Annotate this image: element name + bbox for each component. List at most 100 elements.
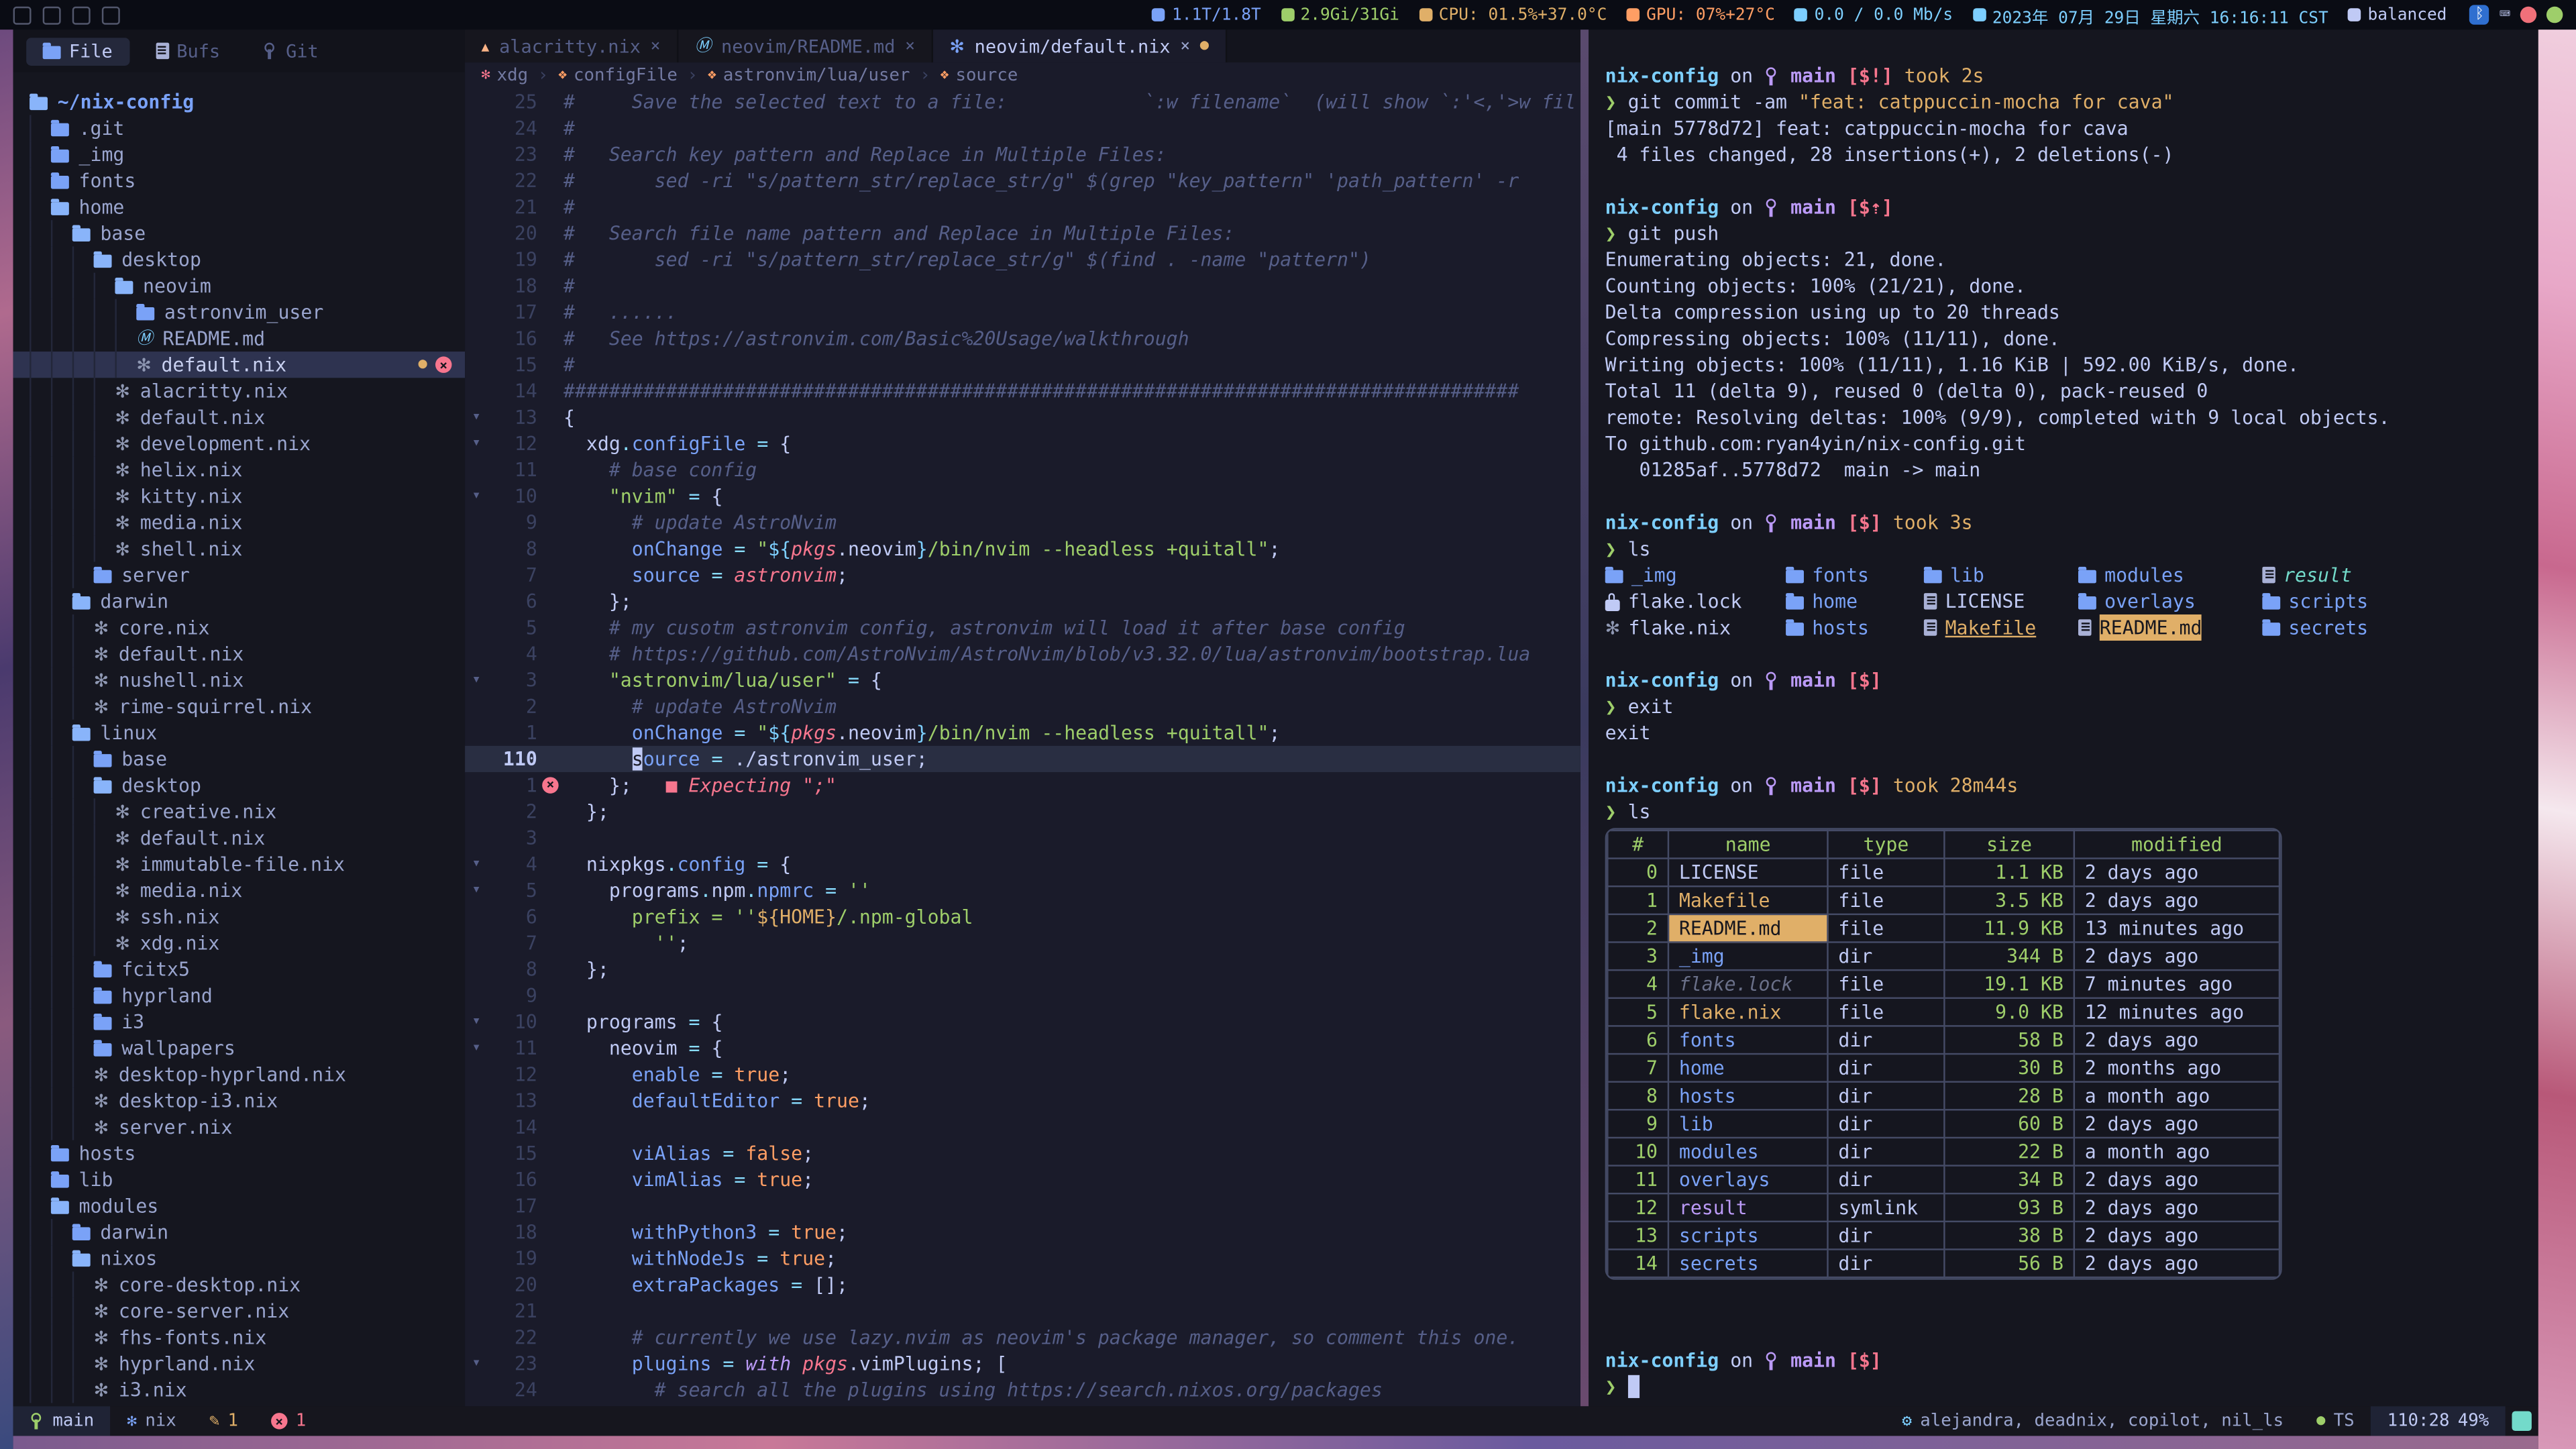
terminal[interactable]: nix-config on main [$!] took 2s❯ git com… [1589,30,2538,1406]
code-line[interactable]: 6 }; [465,588,1580,614]
tree-item-media.nix[interactable]: ✻media.nix [13,877,465,904]
tree-item-hyprland[interactable]: hyprland [13,982,465,1008]
code-line[interactable]: 18 withPython3 = true; [465,1219,1580,1245]
tree-item-desktop-i3.nix[interactable]: ✻desktop-i3.nix [13,1087,465,1114]
ls-entry-hosts[interactable]: hosts [1786,614,1924,641]
stat-memory[interactable]: 2.9Gi/31Gi [1281,6,1399,24]
tree-item-default.nix[interactable]: ✻default.nix [13,641,465,667]
fold-chevron-icon[interactable]: ▾ [465,431,488,457]
editor-tab-alacritty.nix[interactable]: ▲alacritty.nix× [465,30,678,62]
code-line[interactable]: ▾13{ [465,404,1580,430]
ls-entry-modules[interactable]: modules [2078,562,2262,588]
code-line[interactable]: 15# [465,352,1580,378]
code-line[interactable]: 8 }; [465,956,1580,982]
bluetooth-icon[interactable]: ᛒ [2470,5,2489,24]
tree-item-.git[interactable]: .git [13,115,465,141]
tree-item-core-desktop.nix[interactable]: ✻core-desktop.nix [13,1272,465,1298]
tree-item-default.nix[interactable]: ✻default.nix [13,824,465,851]
tree-item-hyprland.nix[interactable]: ✻hyprland.nix [13,1350,465,1377]
code-line[interactable]: 9 [465,982,1580,1008]
code-line[interactable]: 21# [465,194,1580,220]
code-line[interactable]: 21 [465,1298,1580,1324]
code-line[interactable]: 17 [465,1193,1580,1219]
breadcrumb-item-xdg[interactable]: ✻xdg [482,66,529,85]
tree-item-kitty.nix[interactable]: ✻kitty.nix [13,483,465,509]
tree-item-desktop-hyprland.nix[interactable]: ✻desktop-hyprland.nix [13,1061,465,1087]
code-line[interactable]: 7 source = astronvim; [465,562,1580,588]
window-button[interactable] [72,6,91,24]
tree-item-media.nix[interactable]: ✻media.nix [13,509,465,535]
ls-entry-Makefile[interactable]: Makefile [1924,614,2078,641]
statusline-filetype[interactable]: ✻ nix [111,1406,193,1436]
statusline-warnings[interactable]: ✎ 1 [193,1406,254,1436]
tree-item-astronvim_user[interactable]: astronvim_user [13,299,465,325]
stat-clock[interactable]: 2023年 07月 29日 星期六 16:16:11 CST [1972,3,2328,28]
code-line[interactable]: 3 [465,824,1580,851]
code-line[interactable]: 6 prefix = ''${HOME}/.npm-global [465,904,1580,930]
tree-item-~/nix-config[interactable]: ~/nix-config [13,89,465,115]
code-line[interactable]: 22# sed -ri "s/pattern_str/replace_str/g… [465,168,1580,194]
tree-item-core.nix[interactable]: ✻core.nix [13,614,465,641]
code-line[interactable]: 16# See https://astronvim.com/Basic%20Us… [465,325,1580,352]
breadcrumb-item-source[interactable]: ❖source [940,66,1018,85]
code-line[interactable]: 14######################################… [465,378,1580,404]
keyboard-icon[interactable]: ⌨ [2500,7,2510,23]
tree-item-darwin[interactable]: darwin [13,1219,465,1245]
code-line[interactable]: 20 extraPackages = []; [465,1272,1580,1298]
editor-tab-neovim/README.md[interactable]: Ⓜneovim/README.md× [678,30,933,62]
code-line[interactable]: 1 onChange = "${pkgs.neovim}/bin/nvim --… [465,720,1580,746]
code-line[interactable]: 23# Search key pattern and Replace in Mu… [465,142,1580,168]
code-line[interactable]: 12 enable = true; [465,1061,1580,1087]
code-line[interactable]: 24 # search all the plugins using https:… [465,1377,1580,1403]
tree-item-alacritty.nix[interactable]: ✻alacritty.nix [13,378,465,404]
tree-item-creative.nix[interactable]: ✻creative.nix [13,798,465,824]
code-line[interactable]: 17# ...... [465,299,1580,325]
code-line[interactable]: 4 # https://github.com/AstroNvim/AstroNv… [465,641,1580,667]
tree-item-linux[interactable]: linux [13,720,465,746]
ls-entry-result[interactable]: result [2262,562,2420,588]
statusline-errors[interactable]: × 1 [254,1406,322,1436]
tree-item-base[interactable]: base [13,220,465,246]
tree-item-server[interactable]: server [13,562,465,588]
code-line[interactable]: 15 viAlias = false; [465,1140,1580,1167]
stat-disk[interactable]: 1.1T/1.8T [1152,6,1261,24]
close-icon[interactable]: × [1180,37,1190,55]
code-line[interactable]: 5 # my cusotm astronvim config, astronvi… [465,614,1580,641]
tree-item-default.nix[interactable]: ✻default.nix [13,404,465,430]
code-line[interactable]: ▾11 neovim = { [465,1035,1580,1061]
tree-item-shell.nix[interactable]: ✻shell.nix [13,535,465,561]
tree-item-hosts[interactable]: hosts [13,1140,465,1167]
stat-power-profile[interactable]: balanced [2348,6,2447,24]
code-line[interactable]: 14 [465,1114,1580,1140]
tree-item-development.nix[interactable]: ✻development.nix [13,431,465,457]
tree-item-darwin[interactable]: darwin [13,588,465,614]
tree-item-base[interactable]: base [13,746,465,772]
ls-entry-fonts[interactable]: fonts [1786,562,1924,588]
ls-entry-overlays[interactable]: overlays [2078,588,2262,614]
statusline-git-branch[interactable]: main [13,1406,111,1436]
stat-gpu[interactable]: GPU: 07%+27°C [1627,6,1775,24]
tree-item-server.nix[interactable]: ✻server.nix [13,1114,465,1140]
breadcrumb-item-configFile[interactable]: ❖configFile [558,66,678,85]
neotree-tab-file[interactable]: File [26,37,129,65]
input-red-icon[interactable] [2520,7,2536,23]
code-line[interactable]: 7 ''; [465,930,1580,956]
ls-entry-README.md[interactable]: README.md [2078,614,2262,641]
editor-tab-neovim/default.nix[interactable]: ✻neovim/default.nix×● [933,30,1227,62]
neotree-tab-git[interactable]: Git [246,37,335,65]
code-line[interactable]: 19# sed -ri "s/pattern_str/replace_str/g… [465,246,1580,272]
neotree-tab-bufs[interactable]: Bufs [139,37,237,65]
code-line[interactable]: 25# Save the selected text to a file: `:… [465,89,1580,115]
code-line[interactable]: 20# Search file name pattern and Replace… [465,220,1580,246]
breadcrumb-item-astronvim/lua/user[interactable]: ❖astronvim/lua/user [708,66,910,85]
tree-item-immutable-file.nix[interactable]: ✻immutable-file.nix [13,851,465,877]
window-button[interactable] [102,6,120,24]
code-area[interactable]: 25# Save the selected text to a file: `:… [465,89,1580,1403]
tree-item-fonts[interactable]: fonts [13,168,465,194]
stat-network[interactable]: 0.0 / 0.0 Mb/s [1794,6,1953,24]
tree-item-_img[interactable]: _img [13,142,465,168]
ls-entry-lib[interactable]: lib [1924,562,2078,588]
tree-item-neovim[interactable]: neovim [13,273,465,299]
close-icon[interactable]: × [905,37,915,55]
stat-cpu[interactable]: CPU: 01.5%+37.0°C [1419,6,1607,24]
